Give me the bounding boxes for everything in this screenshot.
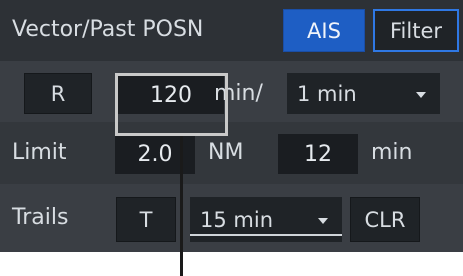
- ais-button[interactable]: AIS: [283, 9, 365, 52]
- interval-dropdown[interactable]: 1 min: [287, 73, 440, 114]
- callout-leader-line: [180, 136, 183, 276]
- row-vector-time: R 120 min/ 1 min: [0, 61, 463, 122]
- row-limit: Limit 2.0 NM 12 min: [0, 122, 463, 184]
- row-trails: Trails T 15 min CLR: [0, 184, 463, 252]
- r-button[interactable]: R: [24, 73, 92, 114]
- trails-interval-dropdown[interactable]: 15 min: [190, 197, 342, 242]
- min-unit-label: min: [371, 140, 413, 165]
- filter-button[interactable]: Filter: [373, 9, 459, 52]
- dropdown-underline: [190, 234, 342, 236]
- t-button[interactable]: T: [116, 197, 176, 242]
- caret-down-icon: [416, 91, 426, 98]
- min-per-label: min/: [214, 81, 263, 106]
- interval-value: 1 min: [297, 81, 357, 106]
- clr-button[interactable]: CLR: [350, 197, 420, 242]
- caret-down-icon: [318, 217, 328, 224]
- limit-label: Limit: [12, 140, 67, 165]
- vector-past-posn-panel: Vector/Past POSN AIS Filter R 120 min/ 1…: [0, 0, 463, 252]
- vector-past-posn-label: Vector/Past POSN: [12, 17, 204, 42]
- vector-time-input[interactable]: 120: [118, 76, 224, 114]
- trails-interval-value: 15 min: [200, 207, 273, 232]
- row-vector-past-posn: Vector/Past POSN AIS Filter: [0, 0, 463, 61]
- nm-unit-label: NM: [208, 140, 244, 165]
- trails-label: Trails: [12, 205, 69, 230]
- limit-time-input[interactable]: 12: [278, 134, 358, 174]
- limit-distance-input[interactable]: 2.0: [115, 134, 195, 174]
